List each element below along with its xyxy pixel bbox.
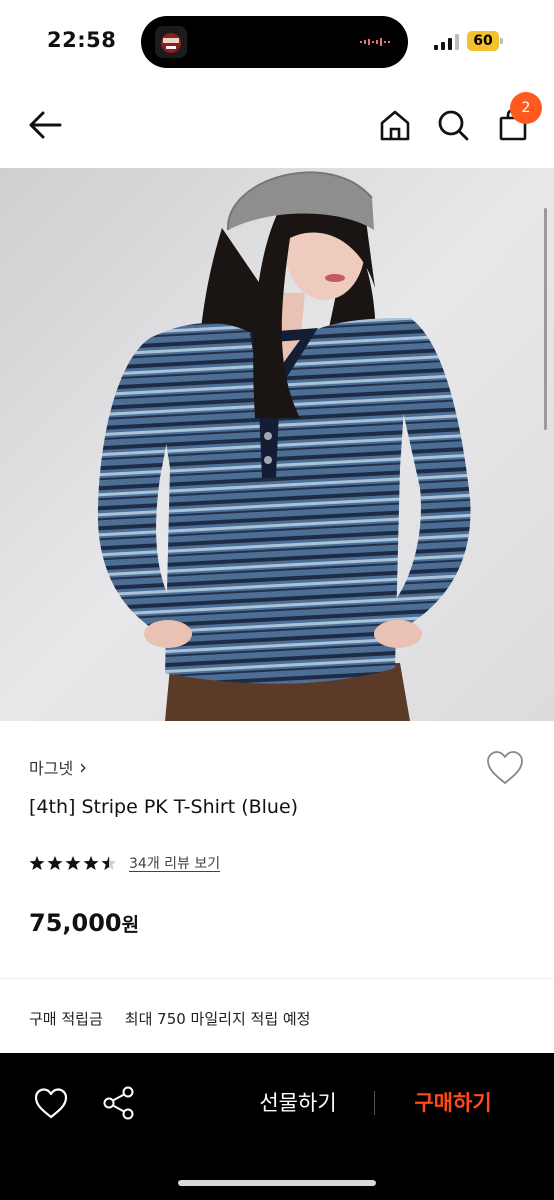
star-half-icon bbox=[101, 856, 117, 870]
points-value: 최대 750 마일리지 적립 예정 bbox=[124, 1010, 311, 1028]
back-arrow-icon[interactable] bbox=[26, 108, 64, 142]
product-image[interactable] bbox=[0, 168, 554, 721]
product-price: 75,000원 bbox=[29, 909, 139, 937]
star-full-icon bbox=[65, 856, 81, 870]
home-indicator[interactable] bbox=[178, 1180, 376, 1186]
buy-button[interactable]: 구매하기 bbox=[385, 1087, 521, 1117]
status-bar: 22:58 60 bbox=[0, 0, 554, 84]
wishlist-heart-icon[interactable] bbox=[34, 1087, 68, 1121]
image-scroll-indicator[interactable] bbox=[544, 208, 547, 430]
purchase-points-row: 구매 적립금 최대 750 마일리지 적립 예정 bbox=[29, 1008, 311, 1029]
wishlist-heart-icon[interactable] bbox=[486, 750, 524, 786]
bottom-action-bar: 선물하기 구매하기 bbox=[0, 1053, 554, 1200]
battery-indicator: 60 bbox=[467, 31, 503, 51]
now-playing-app-icon bbox=[155, 26, 187, 58]
audio-wave-icon bbox=[360, 38, 390, 46]
price-amount: 75,000 bbox=[29, 909, 122, 937]
product-title: [4th] Stripe PK T-Shirt (Blue) bbox=[29, 796, 299, 818]
brand-link[interactable]: 마그넷 › bbox=[29, 755, 87, 779]
star-full-icon bbox=[47, 856, 63, 870]
dynamic-island bbox=[141, 16, 408, 68]
button-separator bbox=[374, 1091, 375, 1115]
home-icon[interactable] bbox=[378, 108, 412, 142]
gift-button[interactable]: 선물하기 bbox=[230, 1087, 366, 1117]
status-time: 22:58 bbox=[47, 28, 117, 52]
rating-stars bbox=[29, 855, 117, 871]
cellular-signal-icon bbox=[434, 34, 459, 50]
star-full-icon bbox=[83, 856, 99, 870]
brand-name: 마그넷 bbox=[29, 759, 74, 778]
search-icon[interactable] bbox=[436, 108, 470, 142]
chevron-right-icon: › bbox=[79, 755, 88, 779]
star-full-icon bbox=[29, 856, 45, 870]
price-unit: 원 bbox=[121, 914, 140, 936]
product-photo bbox=[0, 168, 554, 721]
top-navigation bbox=[0, 84, 554, 168]
rating-row: 34개 리뷰 보기 bbox=[29, 853, 220, 873]
battery-level: 60 bbox=[467, 31, 499, 51]
section-divider bbox=[0, 978, 554, 979]
share-icon[interactable] bbox=[102, 1085, 136, 1121]
review-link[interactable]: 34개 리뷰 보기 bbox=[129, 853, 220, 873]
cart-count-badge: 2 bbox=[510, 92, 542, 124]
points-label: 구매 적립금 bbox=[29, 1010, 103, 1028]
battery-tip bbox=[500, 38, 503, 44]
